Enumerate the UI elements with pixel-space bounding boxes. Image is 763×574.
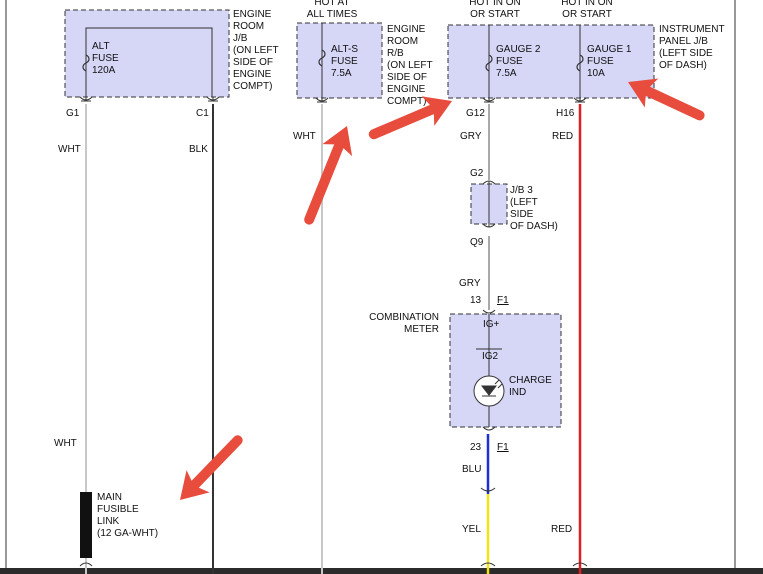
terminal-c1: C1 bbox=[196, 108, 209, 119]
wire-label-yel: YEL bbox=[462, 524, 481, 535]
engine-room-jb-box bbox=[64, 9, 230, 98]
meter-connector-f1-top: F1 bbox=[497, 295, 509, 306]
wiring-diagram: ALT FUSE 120A G1 C1 ENGINE ROOM J/B (ON LEFT S… bbox=[0, 0, 763, 574]
combination-meter-label: COMBINATION METER bbox=[369, 312, 439, 335]
meter-connector-top-symbol bbox=[482, 309, 496, 314]
wire-label-gry-mid: GRY bbox=[459, 278, 481, 289]
terminal-q9: Q9 bbox=[470, 237, 484, 248]
annotation-arrow-fusible-link bbox=[180, 435, 243, 500]
wire-label-wht-lower: WHT bbox=[54, 438, 77, 449]
rb-header: HOT AT ALL TIMES bbox=[307, 0, 358, 20]
wire-label-wht-top: WHT bbox=[58, 144, 81, 155]
ip-header-right: HOT IN ON OR START bbox=[561, 0, 612, 20]
terminal-g12: G12 bbox=[466, 108, 485, 119]
meter-pin-13: 13 bbox=[470, 295, 482, 306]
wire-label-red-top: RED bbox=[552, 131, 573, 142]
connector-g12-symbol bbox=[482, 97, 496, 103]
connector-g1-symbol bbox=[79, 96, 93, 102]
engine-room-jb-label: ENGINE ROOM J/B (ON LEFT SIDE OF ENGINE COMPT) bbox=[233, 9, 279, 92]
connector-h16-symbol bbox=[573, 97, 587, 103]
connector-c1-symbol bbox=[206, 96, 220, 102]
combination-meter-box bbox=[449, 313, 562, 428]
connector-rb-symbol bbox=[315, 97, 329, 103]
wire-label-red-bottom: RED bbox=[551, 524, 572, 535]
meter-ig-plus: IG+ bbox=[483, 319, 500, 330]
fusible-link-label: MAIN FUSIBLE LINK (12 GA-WHT) bbox=[97, 492, 158, 539]
ip-header-left: HOT IN ON OR START bbox=[469, 0, 520, 20]
meter-pin-23: 23 bbox=[470, 442, 482, 453]
wire-label-wht-mid: WHT bbox=[293, 131, 316, 142]
meter-connector-f1-bottom: F1 bbox=[497, 442, 509, 453]
engine-room-rb-label: ENGINE ROOM R/B (ON LEFT SIDE OF ENGINE COMPT) bbox=[387, 24, 433, 107]
wire-label-blk: BLK bbox=[189, 144, 208, 155]
bottom-bar bbox=[0, 568, 763, 574]
terminal-g1: G1 bbox=[66, 108, 80, 119]
wire-label-gry-top: GRY bbox=[460, 131, 482, 142]
terminal-g2: G2 bbox=[470, 168, 484, 179]
terminal-h16: H16 bbox=[556, 108, 575, 119]
jb3-label: J/B 3 (LEFT SIDE OF DASH) bbox=[510, 185, 558, 232]
instrument-panel-jb-label: INSTRUMENT PANEL J/B (LEFT SIDE OF DASH) bbox=[659, 24, 725, 71]
fusible-link-block bbox=[80, 492, 92, 558]
instrument-panel-jb-box bbox=[447, 24, 655, 99]
meter-ig2: IG2 bbox=[482, 351, 499, 362]
wire-label-blu: BLU bbox=[462, 464, 481, 475]
